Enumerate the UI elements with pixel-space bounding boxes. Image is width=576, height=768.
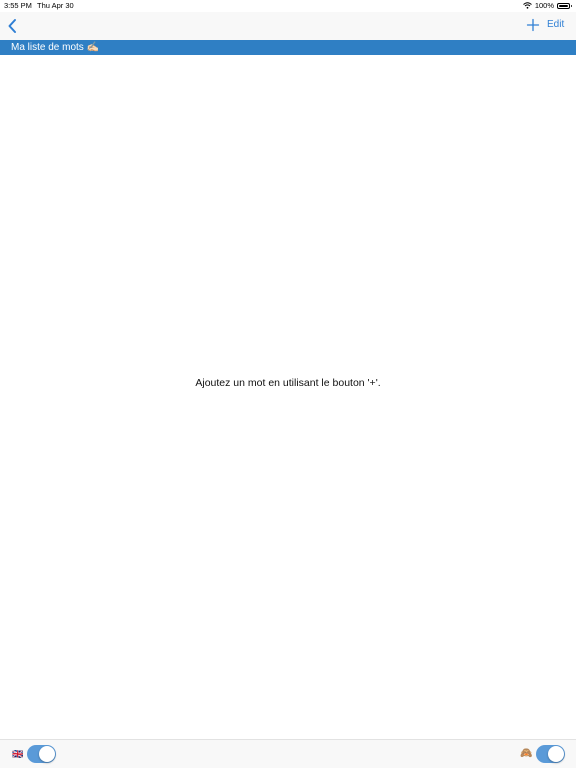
battery-percentage: 100% (534, 1, 554, 10)
battery-icon (557, 2, 572, 9)
hide-toggle[interactable] (536, 745, 565, 763)
see-no-evil-monkey-icon: 🙈 (520, 748, 533, 759)
bottom-toolbar: 🇬🇧 🙈 (0, 739, 576, 768)
wifi-icon (522, 2, 532, 9)
status-time: 3:55 PM (4, 1, 32, 10)
navigation-bar: Edit (0, 12, 576, 40)
chevron-left-icon (8, 19, 16, 33)
back-button[interactable] (6, 17, 20, 35)
edit-button[interactable]: Edit (547, 19, 564, 30)
status-indicators: 100% (522, 1, 572, 10)
status-bar: 3:55 PM Thu Apr 30 100% (0, 0, 576, 12)
status-date: Thu Apr 30 (37, 1, 74, 10)
page-title: Ma liste de mots ✍🏻 (11, 42, 100, 53)
list-title-bar: Ma liste de mots ✍🏻 (0, 40, 576, 55)
add-button[interactable] (526, 18, 540, 32)
language-toggle[interactable] (27, 745, 56, 763)
toggle-knob (39, 746, 55, 762)
empty-list-message: Ajoutez un mot en utilisant le bouton '+… (195, 377, 381, 389)
uk-flag-icon: 🇬🇧 (12, 749, 24, 759)
plus-icon (526, 18, 540, 32)
toggle-knob (548, 746, 564, 762)
